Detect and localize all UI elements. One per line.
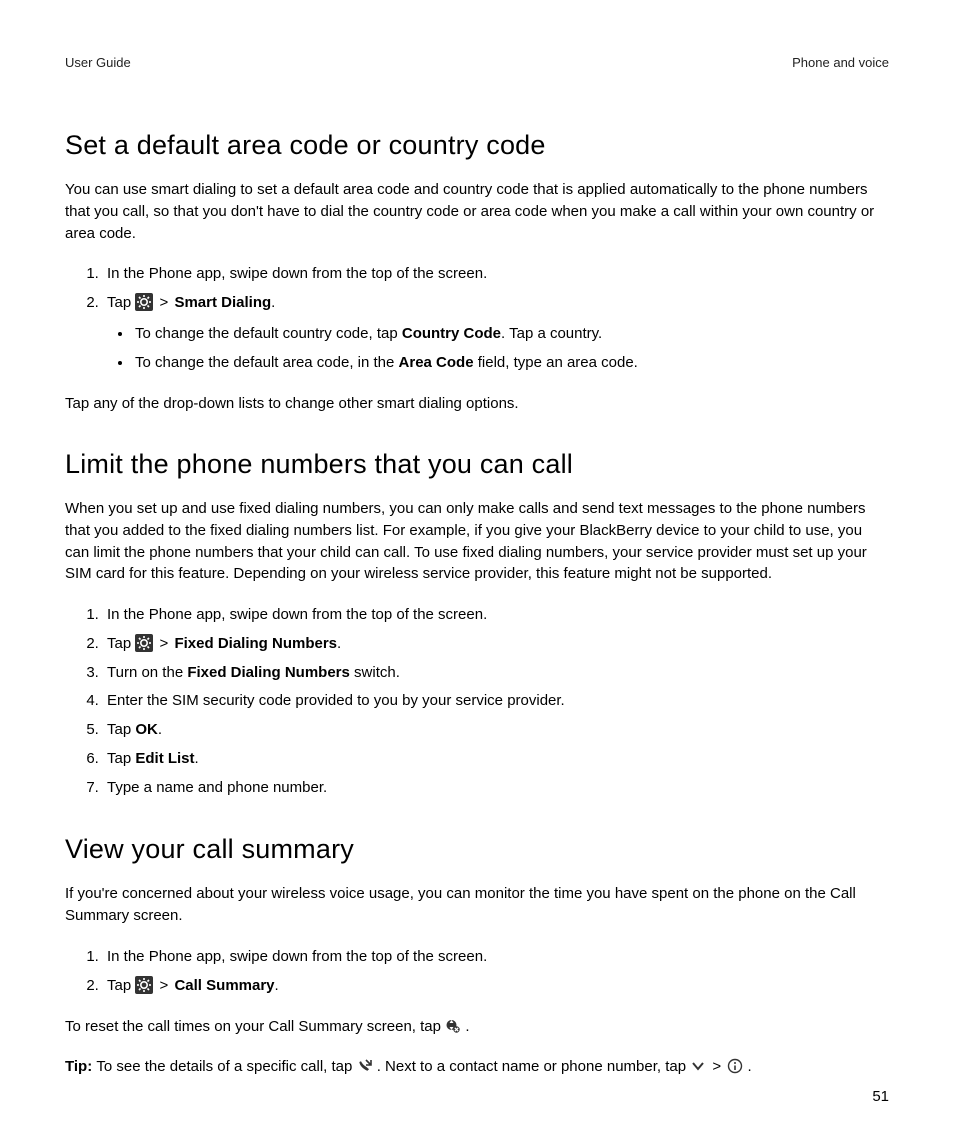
header-left: User Guide [65,55,131,70]
text: To change the default area code, in the [135,354,399,371]
step: Type a name and phone number. [103,776,889,801]
step: In the Phone app, swipe down from the to… [103,262,889,287]
section-heading: View your call summary [65,834,889,865]
text: Tap [107,294,135,311]
document-page: User Guide Phone and voice Set a default… [0,0,954,1145]
text: Turn on the [107,664,187,681]
reset-icon [445,1018,461,1034]
section-intro: When you set up and use fixed dialing nu… [65,498,889,585]
text: Tap [107,635,135,652]
text-bold: Fixed Dialing Numbers [174,635,337,652]
step: Turn on the Fixed Dialing Numbers switch… [103,661,889,686]
text: > [708,1058,725,1075]
step: Tap > Fixed Dialing Numbers. [103,632,889,657]
text: . [337,635,341,652]
page-number: 51 [872,1088,889,1105]
step: Enter the SIM security code provided to … [103,689,889,714]
chevron-down-icon [690,1058,706,1074]
text: Tap [107,750,135,767]
text: Tap [107,721,135,738]
tip-paragraph: Tip: To see the details of a specific ca… [65,1056,889,1078]
steps-list: In the Phone app, swipe down from the to… [65,945,889,999]
step: Tap > Smart Dialing. To change the defau… [103,291,889,375]
section-default-area-code: Set a default area code or country code … [65,130,889,415]
text: . [195,750,199,767]
text: > [155,977,172,994]
text: . [743,1058,751,1075]
text-bold: Smart Dialing [174,294,271,311]
section-heading: Set a default area code or country code [65,130,889,161]
step: Tap > Call Summary. [103,974,889,999]
text: > [155,294,172,311]
bullet: To change the default area code, in the … [133,351,889,376]
section-intro: If you're concerned about your wireless … [65,883,889,927]
text-bold: Call Summary [174,977,274,994]
page-header: User Guide Phone and voice [65,55,889,70]
section-outro: Tap any of the drop-down lists to change… [65,393,889,415]
text: To change the default country code, tap [135,325,402,342]
text: . [275,977,279,994]
text: . Tap a country. [501,325,602,342]
step: Tap OK. [103,718,889,743]
tip-label: Tip: [65,1058,96,1075]
text: To see the details of a specific call, t… [96,1058,356,1075]
call-arrow-icon [357,1058,373,1074]
section-intro: You can use smart dialing to set a defau… [65,179,889,244]
info-icon [727,1058,743,1074]
section-limit-numbers: Limit the phone numbers that you can cal… [65,449,889,800]
section-heading: Limit the phone numbers that you can cal… [65,449,889,480]
text-bold: Edit List [135,750,194,767]
step: In the Phone app, swipe down from the to… [103,945,889,970]
text: > [155,635,172,652]
step: In the Phone app, swipe down from the to… [103,603,889,628]
text-bold: Fixed Dialing Numbers [187,664,350,681]
header-right: Phone and voice [792,55,889,70]
text: field, type an area code. [474,354,638,371]
text: . [158,721,162,738]
text: . [271,294,275,311]
text: Tap [107,977,135,994]
steps-list: In the Phone app, swipe down from the to… [65,262,889,375]
steps-list: In the Phone app, swipe down from the to… [65,603,889,800]
section-outro: To reset the call times on your Call Sum… [65,1016,889,1038]
text: . [461,1018,469,1035]
text: To reset the call times on your Call Sum… [65,1018,445,1035]
text-bold: OK [135,721,158,738]
gear-icon [135,293,153,311]
section-call-summary: View your call summary If you're concern… [65,834,889,1078]
step: Tap Edit List. [103,747,889,772]
gear-icon [135,976,153,994]
text-bold: Country Code [402,325,501,342]
text: switch. [350,664,400,681]
text-bold: Area Code [399,354,474,371]
text: . Next to a contact name or phone number… [373,1058,691,1075]
sub-bullets: To change the default country code, tap … [107,322,889,376]
gear-icon [135,634,153,652]
bullet: To change the default country code, tap … [133,322,889,347]
